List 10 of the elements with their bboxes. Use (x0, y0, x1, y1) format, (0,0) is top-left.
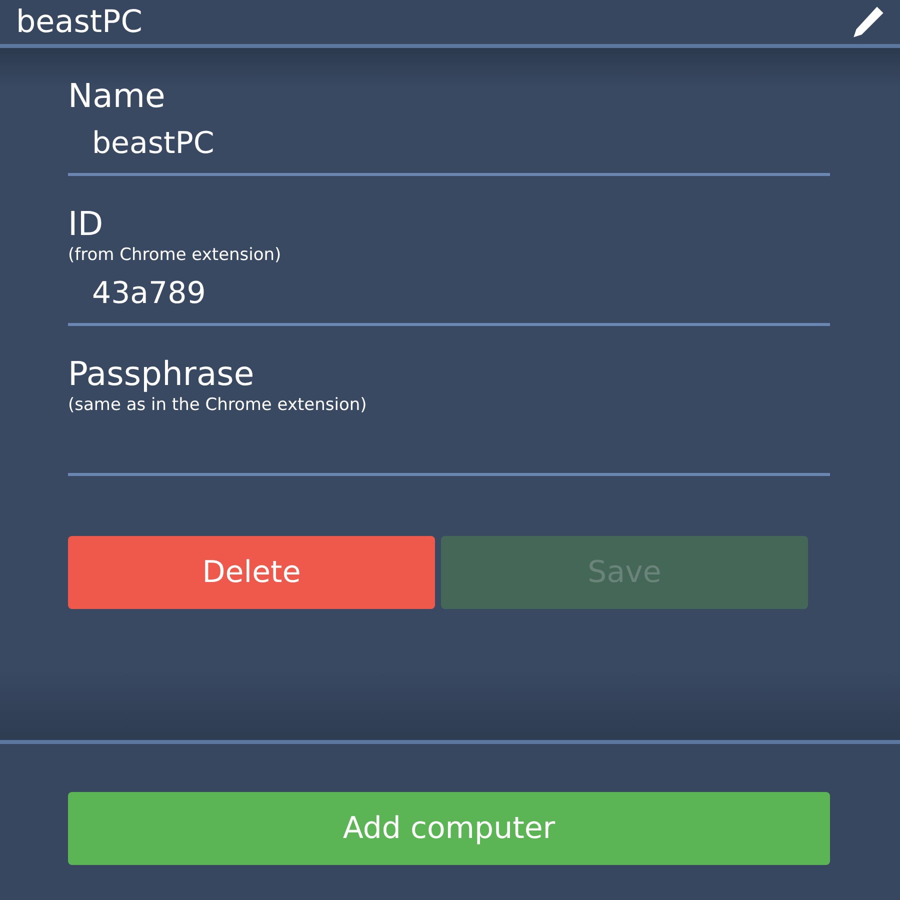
field-hint: (same as in the Chrome extension) (68, 394, 368, 416)
field-label: ID (68, 204, 104, 244)
input-field[interactable]: 43a789 (68, 266, 830, 326)
field-label: Passphrase (68, 354, 256, 394)
add-computer-button[interactable]: Add computer (68, 792, 830, 865)
computer-title: beastPC (16, 3, 142, 41)
delete-button[interactable]: Delete (68, 536, 435, 609)
field-label: Name (68, 76, 166, 116)
field-hint: (from Chrome extension) (68, 244, 282, 266)
input-field[interactable]: beastPC (68, 116, 830, 176)
